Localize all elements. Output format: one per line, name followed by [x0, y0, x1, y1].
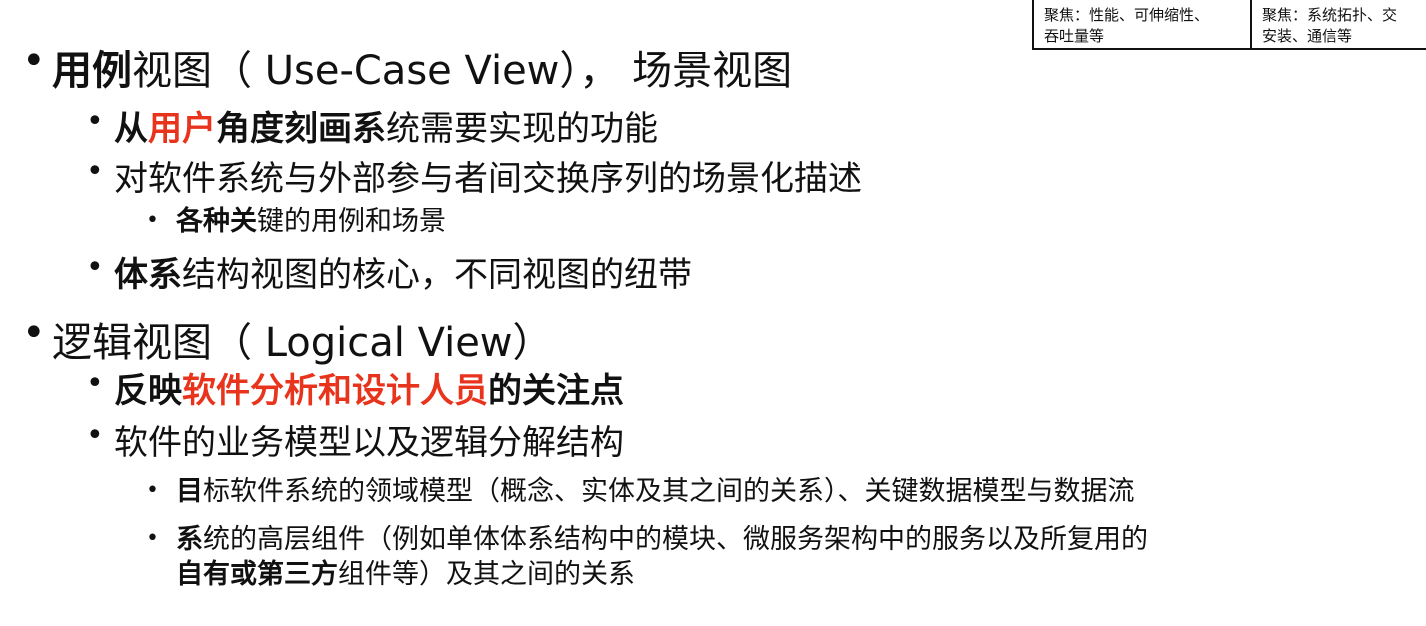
text-highlight: 用户	[148, 109, 216, 149]
text-highlight: 软件分析和设计人员	[182, 371, 488, 411]
text: 统的高层组件（例如单体体系结构中的模块、微服务架构中的服务以及所复用的	[203, 524, 1148, 555]
cell-text: 聚焦：性能、可伸缩性、	[1044, 6, 1210, 24]
text-bold: 体系	[114, 255, 182, 295]
bullet-icon: •	[86, 154, 104, 189]
logical-item-1: 反映软件分析和设计人员的关注点	[114, 363, 624, 412]
text: 键的用例和场景	[257, 206, 446, 237]
logical-item-2: 软件的业务模型以及逻辑分解结构	[114, 423, 624, 463]
cell-text: 吞吐量等	[1044, 27, 1105, 45]
logical-sub-item-2-line-1: 系统的高层组件（例如单体体系结构中的模块、微服务架构中的服务以及所复用的	[176, 523, 1148, 557]
text: 结构视图的核心，不同视图的纽带	[182, 255, 692, 295]
bullet-icon: •	[22, 310, 46, 356]
use-case-item-2: 对软件系统与外部参与者间交换序列的场景化描述	[114, 159, 862, 199]
text: 统需要实现的功能	[386, 109, 658, 149]
cell-text: 聚焦：系统拓扑、交	[1262, 6, 1398, 24]
text-bold: 角度刻画系	[216, 109, 386, 149]
text-bold: 自有或第三方	[176, 559, 338, 590]
text-bold: 从	[114, 109, 148, 149]
use-case-view-heading: 用例视图（ Use-Case View）， 场景视图	[52, 38, 792, 96]
text-bold: 反映	[114, 371, 182, 411]
bullet-icon: •	[146, 478, 159, 503]
bullet-icon: •	[86, 104, 104, 139]
heading-bold: 用例	[52, 48, 132, 94]
bullet-icon: •	[146, 208, 159, 233]
text-bold: 的关注点	[488, 371, 624, 411]
logical-view-heading: 逻辑视图（ Logical View）	[52, 320, 553, 366]
logical-sub-item-2-line-2: 自有或第三方组件等）及其之间的关系	[176, 558, 635, 592]
logical-sub-item-1: 目标软件系统的领域模型（概念、实体及其之间的关系）、关键数据模型与数据流	[176, 475, 1135, 509]
text-bold: 目	[176, 476, 203, 507]
text-bold: 各种关	[176, 206, 257, 237]
corner-table-fragment: 聚焦：性能、可伸缩性、 吞吐量等 聚焦：系统拓扑、交 安装、通信等	[1032, 0, 1426, 50]
bullet-icon: •	[86, 250, 104, 285]
use-case-item-3: 体系结构视图的核心，不同视图的纽带	[114, 247, 692, 296]
bullet-icon: •	[22, 38, 46, 84]
use-case-sub-item: 各种关键的用例和场景	[176, 205, 446, 239]
bullet-icon: •	[86, 418, 104, 453]
text: 组件等）及其之间的关系	[338, 559, 635, 590]
cell-text: 安装、通信等	[1262, 27, 1353, 45]
use-case-item-1: 从用户角度刻画系统需要实现的功能	[114, 101, 658, 150]
heading-text: 视图（ Use-Case View）， 场景视图	[132, 48, 793, 94]
text-bold: 系	[176, 524, 203, 555]
bullet-icon: •	[86, 366, 104, 401]
bullet-icon: •	[146, 526, 159, 551]
table-cell-topology: 聚焦：系统拓扑、交 安装、通信等	[1252, 0, 1426, 48]
table-cell-performance: 聚焦：性能、可伸缩性、 吞吐量等	[1034, 0, 1252, 48]
text: 标软件系统的领域模型（概念、实体及其之间的关系）、关键数据模型与数据流	[203, 476, 1135, 507]
